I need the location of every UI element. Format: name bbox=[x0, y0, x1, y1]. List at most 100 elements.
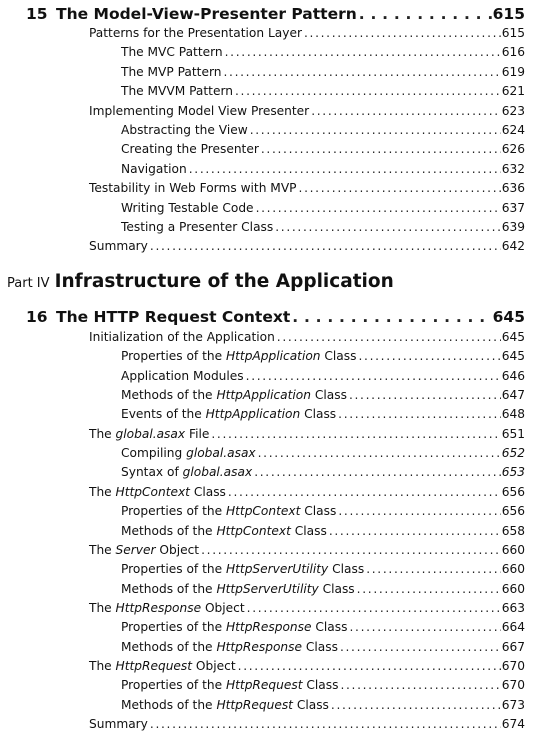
entry-title: The global.asax File bbox=[89, 427, 209, 441]
entry-title-text: Class bbox=[290, 523, 327, 538]
entry-title-text: The bbox=[89, 658, 116, 673]
toc-entry[interactable]: Abstracting the View 624 bbox=[121, 123, 525, 137]
entry-title-code: HttpRequest bbox=[225, 678, 303, 693]
toc-entry[interactable]: Initialization of the Application 645 bbox=[89, 330, 525, 344]
dot-leader bbox=[292, 308, 491, 326]
toc-entry[interactable]: The MVVM Pattern 621 bbox=[121, 84, 525, 98]
page-number: 656 bbox=[501, 484, 525, 499]
toc-entry[interactable]: Methods of the HttpContext Class 658 bbox=[121, 524, 525, 538]
entry-title: Properties of the HttpResponse Class bbox=[121, 620, 347, 634]
dot-leader bbox=[246, 369, 501, 383]
toc-entry[interactable]: Methods of the HttpApplication Class 647 bbox=[121, 388, 525, 402]
toc-entry[interactable]: Creating the Presenter 626 bbox=[121, 142, 525, 156]
entry-title: The MVP Pattern bbox=[121, 64, 222, 79]
entry-title: Summary bbox=[89, 717, 148, 731]
toc-entry[interactable]: Implementing Model View Presenter 623 bbox=[89, 104, 525, 118]
entry-title-text: Class bbox=[300, 407, 337, 422]
dot-leader bbox=[329, 524, 501, 538]
page-number: 648 bbox=[501, 407, 525, 422]
dot-leader bbox=[331, 698, 501, 712]
toc-entry[interactable]: Compiling global.asax 652 bbox=[121, 446, 525, 460]
toc-entry[interactable]: Properties of the HttpRequest Class 670 bbox=[121, 678, 525, 692]
entry-title-code: HttpResponse bbox=[216, 639, 302, 654]
dot-leader bbox=[225, 45, 501, 59]
chapter-number: 16 bbox=[26, 308, 48, 326]
dot-leader bbox=[338, 504, 500, 518]
entry-title: Syntax of global.asax bbox=[121, 465, 252, 479]
toc-entry[interactable]: The MVC Pattern 616 bbox=[121, 45, 525, 59]
toc-entry[interactable]: The HttpRequest Object 670 bbox=[89, 659, 525, 673]
dot-leader bbox=[277, 330, 501, 344]
entry-title: Properties of the HttpServerUtility Clas… bbox=[121, 562, 364, 576]
entry-title-text: Class bbox=[318, 581, 355, 596]
toc-entry[interactable]: Testability in Web Forms with MVP 636 bbox=[89, 181, 525, 195]
entry-title: The MVC Pattern bbox=[121, 45, 223, 60]
page-number: 632 bbox=[501, 161, 525, 176]
toc-entry[interactable]: Writing Testable Code 637 bbox=[121, 201, 525, 215]
page-number: 646 bbox=[501, 368, 525, 383]
entry-title-code: global.asax bbox=[186, 446, 256, 461]
entry-title: Creating the Presenter bbox=[121, 142, 259, 157]
chapter-16-heading[interactable]: 16 The HTTP Request Context 645 bbox=[26, 308, 525, 326]
page-number: 667 bbox=[501, 639, 525, 654]
page-number: 656 bbox=[501, 504, 525, 519]
page-number: 615 bbox=[492, 5, 525, 23]
toc-entry[interactable]: The MVP Pattern 619 bbox=[121, 65, 525, 79]
dot-leader bbox=[211, 427, 500, 441]
toc-entry[interactable]: The HttpContext Class 656 bbox=[89, 485, 525, 499]
entry-title: The MVVM Pattern bbox=[121, 84, 233, 99]
entry-title: Patterns for the Presentation Layer bbox=[89, 26, 302, 40]
toc-entry[interactable]: Properties of the HttpApplication Class 6… bbox=[121, 349, 525, 363]
entry-title: Abstracting the View bbox=[121, 123, 248, 137]
toc-entry[interactable]: Summary 674 bbox=[89, 717, 525, 731]
toc-entry[interactable]: Application Modules 646 bbox=[121, 369, 525, 383]
entry-title: Initialization of the Application bbox=[89, 330, 275, 344]
entry-title-text: Properties of the bbox=[121, 562, 226, 577]
toc-entry[interactable]: Properties of the HttpServerUtility Clas… bbox=[121, 562, 525, 576]
part-title: Infrastructure of the Application bbox=[54, 271, 394, 292]
toc-entry[interactable]: Summary 642 bbox=[89, 239, 525, 253]
toc-entry[interactable]: Testing a Presenter Class 639 bbox=[121, 220, 525, 234]
entry-title: The Server Object bbox=[89, 543, 199, 557]
toc-entry[interactable]: Events of the HttpApplication Class 648 bbox=[121, 407, 525, 421]
dot-leader bbox=[359, 5, 492, 23]
page-number: 660 bbox=[501, 562, 525, 577]
entry-title: Writing Testable Code bbox=[121, 200, 254, 215]
entry-title-text: Class bbox=[292, 697, 329, 712]
toc-entry[interactable]: The global.asax File 651 bbox=[89, 427, 525, 441]
entry-title-code: HttpContext bbox=[115, 484, 190, 499]
chapter-15-heading[interactable]: 15 The Model-View-Presenter Pattern 615 bbox=[26, 5, 525, 23]
dot-leader bbox=[261, 142, 501, 156]
entry-title-code: HttpApplication bbox=[216, 388, 311, 403]
entry-title-text: Class bbox=[189, 484, 226, 499]
toc-entry[interactable]: The HttpResponse Object 663 bbox=[89, 601, 525, 615]
dot-leader bbox=[340, 678, 500, 692]
toc-entry[interactable]: Navigation 632 bbox=[121, 162, 525, 176]
entry-title: Properties of the HttpRequest Class bbox=[121, 678, 338, 692]
toc-entry[interactable]: Methods of the HttpServerUtility Class 66… bbox=[121, 582, 525, 596]
entry-title-text: Properties of the bbox=[121, 349, 226, 364]
entry-title-text: Events of the bbox=[121, 407, 206, 422]
toc-entry[interactable]: The Server Object 660 bbox=[89, 543, 525, 557]
entry-title: Application Modules bbox=[121, 368, 244, 383]
toc-entry[interactable]: Properties of the HttpContext Class 656 bbox=[121, 504, 525, 518]
toc-entry[interactable]: Methods of the HttpResponse Class 667 bbox=[121, 640, 525, 654]
entry-title-text: The bbox=[89, 426, 116, 441]
part-label: Part IV bbox=[7, 276, 50, 291]
entry-title-text: Methods of the bbox=[121, 581, 217, 596]
entry-title-text: Object bbox=[155, 542, 200, 557]
entry-title-text: Class bbox=[311, 620, 348, 635]
entry-title: Methods of the HttpContext Class bbox=[121, 524, 327, 538]
entry-title-text: Methods of the bbox=[121, 388, 217, 403]
entry-title-text: Class bbox=[302, 678, 339, 693]
toc-entry[interactable]: Methods of the HttpRequest Class 673 bbox=[121, 698, 525, 712]
page-number: 670 bbox=[501, 678, 525, 693]
entry-title-code: HttpRequest bbox=[216, 697, 293, 712]
page-number: 637 bbox=[501, 200, 525, 215]
toc-entry[interactable]: Properties of the HttpResponse Class 664 bbox=[121, 620, 525, 634]
dot-leader bbox=[150, 717, 501, 731]
dot-leader bbox=[340, 640, 501, 654]
dot-leader bbox=[275, 220, 501, 234]
toc-entry[interactable]: Syntax of global.asax 653 bbox=[121, 465, 525, 479]
toc-entry[interactable]: Patterns for the Presentation Layer 615 bbox=[89, 26, 525, 40]
